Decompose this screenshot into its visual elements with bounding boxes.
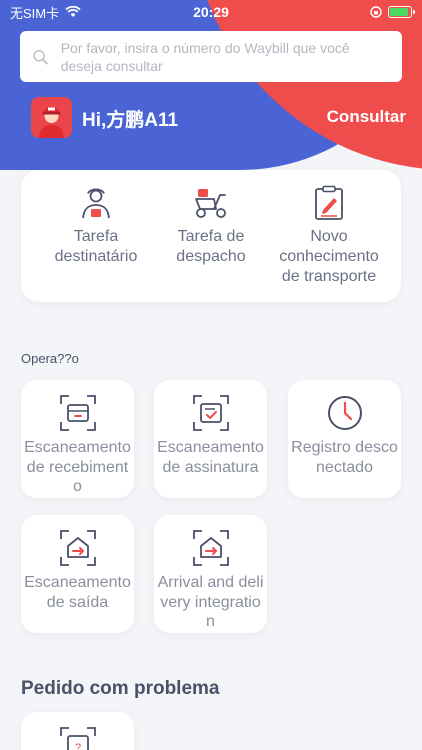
- status-time: 20:29: [193, 4, 229, 20]
- search-icon: [33, 49, 48, 64]
- task-dispatch-label: Tarefa de despacho: [176, 228, 246, 265]
- operations-section-label: Opera??o: [21, 351, 79, 366]
- tile-offline-record[interactable]: Registro desconectado: [288, 380, 401, 498]
- problem-section-title: Pedido com problema: [21, 678, 220, 699]
- tile-receiving-scan-label: Escaneamento de recebimento: [24, 439, 131, 495]
- wifi-icon: [65, 6, 81, 17]
- avatar[interactable]: [31, 97, 72, 138]
- task-new-waybill[interactable]: Novo conhecimento de transporte: [271, 185, 387, 287]
- consultar-button[interactable]: Consultar: [327, 107, 406, 127]
- carrier-label: 无SIM卡: [10, 5, 60, 21]
- svg-text:?: ?: [74, 742, 80, 750]
- scan-problem-icon: ?: [59, 727, 96, 750]
- task-recipient[interactable]: Tarefa destinatário: [41, 185, 151, 267]
- tile-problem-scan[interactable]: ?: [21, 712, 134, 750]
- orientation-lock-icon: [370, 6, 382, 18]
- tile-signature-scan-label: Escaneamento de assinatura: [157, 439, 264, 476]
- tile-receiving-scan[interactable]: Escaneamento de recebimento: [21, 380, 134, 498]
- courier-person-icon: [82, 188, 110, 219]
- tile-signature-scan[interactable]: Escaneamento de assinatura: [154, 380, 267, 498]
- task-new-waybill-label: Novo conhecimento de transporte: [279, 228, 379, 285]
- task-dispatch[interactable]: Tarefa de despacho: [159, 185, 263, 267]
- delivery-scooter-icon: [195, 189, 226, 218]
- clock-icon: [327, 396, 362, 430]
- tile-arrival-delivery-label: Arrival and delivery integration: [157, 574, 264, 630]
- waybill-search-input[interactable]: Por favor, insira o número do Waybill qu…: [20, 31, 402, 82]
- tile-arrival-delivery[interactable]: Arrival and delivery integration: [154, 515, 267, 633]
- user-greeting: Hi,方鹏A11: [82, 110, 179, 131]
- task-recipient-label: Tarefa destinatário: [54, 228, 138, 265]
- clipboard-edit-icon: [315, 185, 343, 220]
- header-background: [0, 0, 422, 172]
- status-bar: 无SIM卡 20:29: [0, 0, 422, 24]
- scan-sign-icon: [192, 395, 229, 431]
- scan-arrival-icon: [192, 530, 229, 566]
- battery-icon: [388, 6, 415, 18]
- tile-outbound-scan[interactable]: Escaneamento de saída: [21, 515, 134, 633]
- tile-outbound-scan-label: Escaneamento de saída: [24, 574, 131, 611]
- search-placeholder: Por favor, insira o número do Waybill qu…: [60, 39, 350, 74]
- scan-box-icon: [59, 395, 96, 431]
- scan-outbound-icon: [59, 530, 96, 566]
- tile-offline-record-label: Registro desconectado: [291, 439, 398, 476]
